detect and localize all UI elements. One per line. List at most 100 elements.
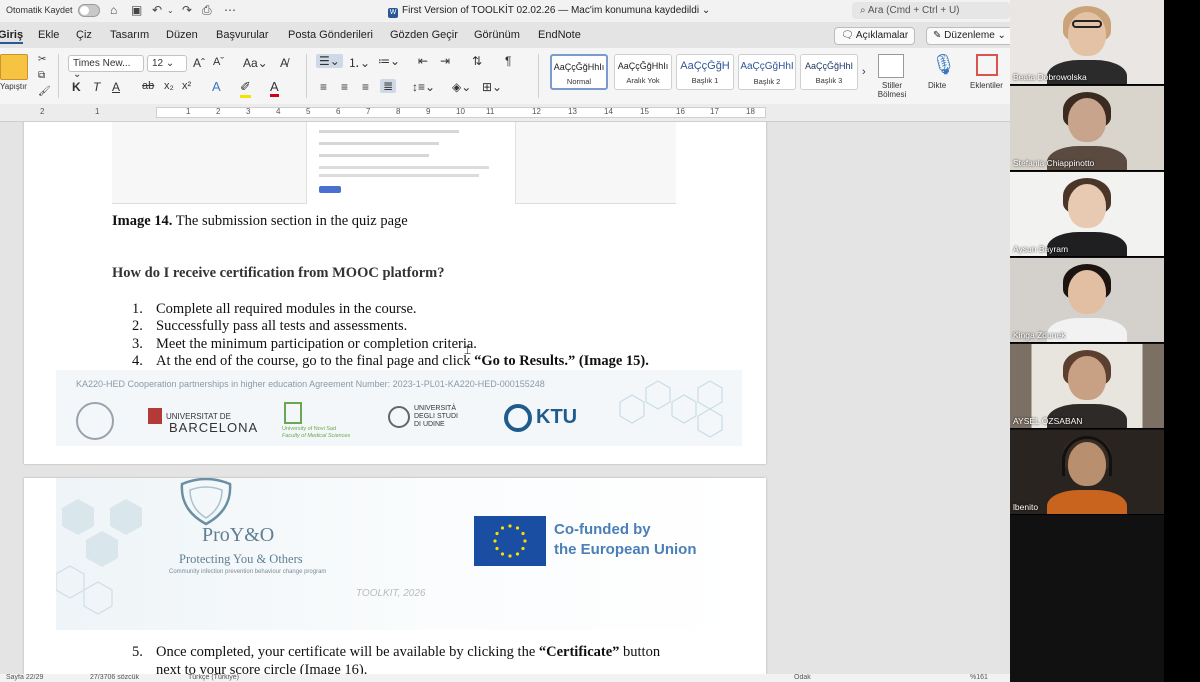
document-page[interactable]: ProY&O Protecting You & Others Community… [24, 478, 766, 682]
line-spacing-icon[interactable]: ↕≡⌄ [412, 80, 435, 94]
tab-basvurular[interactable]: Başvurular [216, 29, 269, 41]
document-title[interactable]: W First Version of TOOLKİT 02.02.26 — Mac… [388, 5, 710, 18]
addins-icon[interactable] [976, 54, 998, 76]
save-icon[interactable]: ▣ [131, 3, 142, 17]
university-seal-logo [76, 402, 114, 440]
home-icon[interactable]: ⌂ [110, 3, 117, 17]
horizontal-ruler[interactable]: 2 1 1 2 3 4 5 6 7 8 9 10 11 12 13 14 15 … [0, 104, 1010, 122]
show-marks-icon[interactable]: ¶ [505, 54, 511, 68]
style-heading-3[interactable]: AaÇçĞğHhI Başlık 3 [800, 54, 858, 90]
participant-tile[interactable]: Stefania Chiappinotto [1010, 86, 1164, 171]
highlight-icon[interactable]: ✐ [240, 79, 251, 98]
ktu-logo: KTU [536, 406, 578, 428]
styles-pane-label: Stiller Bölmesi [877, 81, 907, 99]
ruler-number: 6 [336, 107, 341, 116]
align-left-icon[interactable]: ≡ [320, 80, 327, 94]
eu-star-icon [508, 524, 512, 528]
ruler-number: 1 [186, 107, 191, 116]
comments-button[interactable]: 🗨 Açıklamalar [834, 27, 916, 45]
separator [538, 54, 539, 98]
bullets-icon[interactable]: ☰⌄ [316, 54, 343, 68]
focus-mode[interactable]: Odak [794, 674, 811, 681]
align-center-icon[interactable]: ≡ [341, 80, 348, 94]
increase-indent-icon[interactable]: ⇥ [440, 54, 450, 68]
shading-icon[interactable]: ◈⌄ [452, 80, 471, 94]
bold-icon[interactable]: K [72, 80, 81, 94]
justify-icon[interactable]: ≣ [380, 79, 397, 93]
grow-font-icon[interactable]: Aˆ [193, 56, 205, 70]
editing-button[interactable]: ✎ Düzenleme ⌄ [926, 27, 1010, 45]
text-effects-icon[interactable]: A [212, 79, 221, 94]
style-no-spacing[interactable]: AaÇçĞğHhIı Aralık Yok [614, 54, 672, 90]
ruler-number: 12 [532, 107, 541, 116]
style-heading-2[interactable]: AaÇçĞğHhI Başlık 2 [738, 54, 796, 90]
italic-icon[interactable]: T [93, 80, 100, 94]
word-count[interactable]: 27/3706 sözcük [90, 674, 139, 681]
undo-icon[interactable]: ↶ [152, 3, 162, 17]
microphone-icon[interactable]: 🎙 [931, 52, 956, 77]
document-page[interactable]: Image 14. The submission section in the … [24, 122, 766, 464]
styles-more-icon[interactable]: › [862, 66, 866, 78]
participant-tile[interactable]: Aysun Bayram [1010, 172, 1164, 257]
ruler-number: 13 [568, 107, 577, 116]
participant-tile[interactable]: lbenito [1010, 430, 1164, 515]
ruler-number: 7 [366, 107, 371, 116]
styles-pane-icon[interactable] [878, 54, 904, 78]
numbering-icon[interactable]: ⒈⌄ [348, 54, 370, 71]
search-icon: ⌕ [860, 5, 868, 16]
style-normal[interactable]: AaÇçĞğHhIı Normal [550, 54, 608, 90]
project-tagline: Protecting You & Others [179, 552, 303, 566]
multilevel-list-icon[interactable]: ≔⌄ [378, 54, 400, 68]
decrease-indent-icon[interactable]: ⇤ [418, 54, 428, 68]
tab-posta[interactable]: Posta Gönderileri [288, 29, 373, 41]
tab-gozden-gecir[interactable]: Gözden Geçir [390, 29, 458, 41]
change-case-icon[interactable]: Aa⌄ [243, 56, 268, 70]
redo-icon[interactable]: ↷ [182, 3, 192, 17]
autosave-toggle[interactable] [78, 4, 100, 17]
borders-icon[interactable]: ⊞⌄ [482, 80, 502, 94]
undo-dropdown-icon[interactable]: ⌄ [167, 6, 174, 15]
subscript-icon[interactable]: x₂ [164, 80, 174, 92]
language-indicator[interactable]: Türkçe (Türkiye) [188, 674, 239, 681]
tab-duzen[interactable]: Düzen [166, 29, 198, 41]
font-color-icon[interactable]: A [270, 79, 279, 97]
udine-logo: UNIVERSITÀ DEGLI STUDI DI UDINE [414, 405, 458, 428]
participant-tile[interactable]: AYSEL ÖZSABAN [1010, 344, 1164, 429]
eu-star-icon [508, 554, 512, 558]
tab-ciz[interactable]: Çiz [76, 29, 92, 41]
font-name-select[interactable]: Times New... ⌄ [68, 55, 144, 80]
ruler-number: 9 [426, 107, 431, 116]
sort-icon[interactable]: ⇅ [472, 54, 482, 68]
search-box[interactable]: ⌕ Ara (Cmd + Ctrl + U) [852, 2, 1010, 19]
participant-tile[interactable]: Kinga Zdunek [1010, 258, 1164, 343]
shrink-font-icon[interactable]: Aˇ [213, 56, 224, 68]
participant-tile[interactable]: Beata Dobrowolska [1010, 0, 1164, 85]
tab-giris[interactable]: Giriş [0, 29, 24, 44]
tab-tasarim[interactable]: Tasarım [110, 29, 149, 41]
paste-icon[interactable] [0, 54, 28, 80]
copy-icon[interactable]: ⧉ [38, 70, 45, 81]
page-count[interactable]: Sayfa 22/29 [6, 674, 43, 681]
clear-format-icon[interactable]: A̸ [280, 56, 288, 70]
document-canvas[interactable]: Image 14. The submission section in the … [0, 122, 1010, 682]
tab-gorunum[interactable]: Görünüm [474, 29, 520, 41]
print-icon[interactable]: ⎙ [202, 3, 212, 18]
separator [58, 54, 59, 98]
format-painter-icon[interactable]: 🖌 [38, 86, 51, 97]
cut-icon[interactable]: ✂ [38, 54, 46, 65]
strikethrough-icon[interactable]: ab [142, 80, 154, 92]
word-window: Otomatik Kaydet ⌂ ▣ ↶ ⌄ ↷ ⎙ ⋯ W First Ver… [0, 0, 1010, 682]
video-call-panel: Beata Dobrowolska Stefania Chiappinotto … [1010, 0, 1164, 682]
toolkit-label: TOOLKIT, 2026 [356, 588, 426, 599]
text-cursor-icon: ⌶ [464, 343, 472, 357]
align-right-icon[interactable]: ≡ [362, 80, 369, 94]
tab-ekle[interactable]: Ekle [38, 29, 59, 41]
superscript-icon[interactable]: x² [182, 80, 191, 92]
font-size-select[interactable]: 12 ⌄ [147, 55, 187, 72]
underline-icon[interactable]: A [112, 80, 120, 94]
zoom-level[interactable]: %161 [970, 674, 988, 681]
tab-endnote[interactable]: EndNote [538, 29, 581, 41]
style-heading-1[interactable]: AaÇçĞğH Başlık 1 [676, 54, 734, 90]
more-icon[interactable]: ⋯ [224, 3, 236, 17]
eu-star-icon [500, 526, 505, 530]
